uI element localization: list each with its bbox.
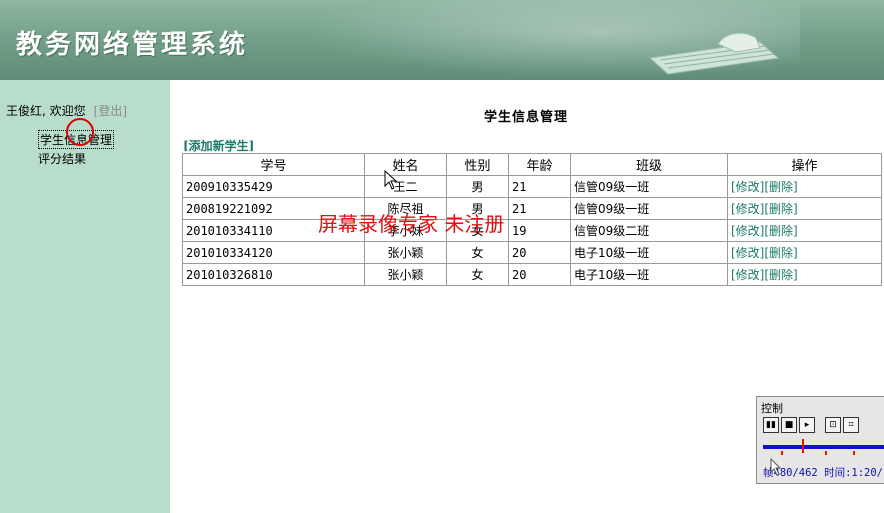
progress-tick [853,451,855,455]
click-highlight-circle [66,118,94,146]
welcome-text: 王俊红, 欢迎您 [登出] [6,102,127,119]
mouse-cursor-icon [384,170,398,190]
edit-link[interactable]: [修改] [731,246,764,260]
cell-class: 信管09级一班 [570,175,728,198]
cell-age: 21 [508,197,571,220]
next-icon[interactable]: ▸ [799,417,815,433]
cell-age: 21 [508,175,571,198]
control-buttons: ▮▮ ■ ▸ ⊡ ⌗ [763,417,861,433]
stop-icon[interactable]: ■ [781,417,797,433]
cell-age: 20 [508,263,571,286]
mouse-cursor-icon [770,458,782,476]
watermark-text: 屏幕录像专家 未注册 [318,212,505,236]
cell-class: 信管09级一班 [570,197,728,220]
control-title: 控制 [761,402,783,415]
cell-name: 张小颖 [364,263,447,286]
cell-class: 电子10级一班 [570,263,728,286]
table-row: 201010334120 张小颖 女 20 电子10级一班 [修改][删除] [182,241,882,264]
delete-link[interactable]: [删除] [764,268,797,282]
cell-age: 19 [508,219,571,242]
page-title: 学生信息管理 [484,110,569,125]
edit-link[interactable]: [修改] [731,268,764,282]
header-banner: 教务网络管理系统 [0,0,884,80]
cell-id: 201010326810 [182,263,365,286]
cell-actions: [修改][删除] [727,197,882,220]
column-header-age: 年龄 [508,153,571,176]
progress-track[interactable] [763,445,884,449]
add-student-link[interactable]: [添加新学生] [183,137,254,154]
student-table: 学号 姓名 性别 年龄 班级 操作 200910335429 王二 男 21 信… [182,153,882,286]
pause-icon[interactable]: ▮▮ [763,417,779,433]
delete-link[interactable]: [删除] [764,180,797,194]
sidebar-item-score-results[interactable]: 评分结果 [38,150,86,167]
table-row: 200819221092 陈尽祖 男 21 信管09级一班 [修改][删除] [182,197,882,220]
cell-age: 20 [508,241,571,264]
cell-class: 信管09级二班 [570,219,728,242]
edit-link[interactable]: [修改] [731,224,764,238]
table-header-row: 学号 姓名 性别 年龄 班级 操作 [182,153,882,176]
fullscreen-icon[interactable]: ⌗ [843,417,859,433]
progress-tick [825,451,827,455]
cell-sex: 女 [446,241,509,264]
app-title: 教务网络管理系统 [16,30,249,60]
column-header-sex: 性别 [446,153,509,176]
window-icon[interactable]: ⊡ [825,417,841,433]
column-header-actions: 操作 [727,153,882,176]
edit-link[interactable]: [修改] [731,202,764,216]
welcome-label: 王俊红, 欢迎您 [6,104,86,118]
cell-actions: [修改][删除] [727,219,882,242]
delete-link[interactable]: [删除] [764,246,797,260]
column-header-class: 班级 [570,153,728,176]
cell-actions: [修改][删除] [727,175,882,198]
table-row: 201010334110 李小妹 女 19 信管09级二班 [修改][删除] [182,219,882,242]
progress-tick [781,451,783,455]
column-header-name: 姓名 [364,153,447,176]
cell-name: 王二 [364,175,447,198]
keyboard-hand-image [648,32,780,75]
cell-sex: 女 [446,263,509,286]
cell-name: 张小颖 [364,241,447,264]
edit-link[interactable]: [修改] [731,180,764,194]
table-row: 200910335429 王二 男 21 信管09级一班 [修改][删除] [182,175,882,198]
cell-actions: [修改][删除] [727,241,882,264]
delete-link[interactable]: [删除] [764,202,797,216]
cell-actions: [修改][删除] [727,263,882,286]
table-row: 201010326810 张小颖 女 20 电子10级一班 [修改][删除] [182,263,882,286]
column-header-id: 学号 [182,153,365,176]
cell-id: 200910335429 [182,175,365,198]
cell-class: 电子10级一班 [570,241,728,264]
cell-id: 201010334120 [182,241,365,264]
cell-sex: 男 [446,175,509,198]
logout-link[interactable]: [登出] [94,104,127,118]
progress-marker [802,439,804,453]
delete-link[interactable]: [删除] [764,224,797,238]
